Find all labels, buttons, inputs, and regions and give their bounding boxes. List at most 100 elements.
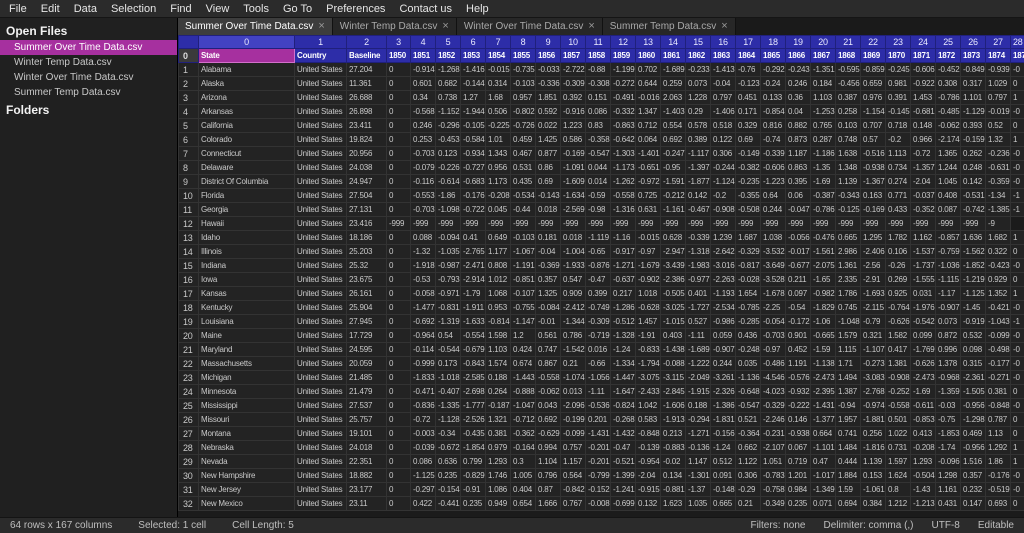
cell[interactable]: United States: [295, 119, 347, 133]
cell[interactable]: -0: [1011, 105, 1024, 119]
column-number-27[interactable]: 27: [986, 36, 1011, 49]
cell[interactable]: -999: [661, 217, 686, 231]
status-item-delimiter[interactable]: Delimiter: comma (,): [824, 520, 914, 531]
cell[interactable]: 0.86: [536, 161, 561, 175]
cell[interactable]: -0.968: [936, 371, 961, 385]
header-cell[interactable]: 1873: [961, 49, 986, 63]
cell[interactable]: -0.271: [986, 371, 1011, 385]
cell[interactable]: -999: [886, 217, 911, 231]
cell[interactable]: -1.689: [686, 343, 711, 357]
cell[interactable]: 25.757: [347, 413, 387, 427]
cell[interactable]: -0.786: [936, 91, 961, 105]
cell[interactable]: 1.223: [561, 119, 586, 133]
column-number-26[interactable]: 26: [961, 36, 986, 49]
cell[interactable]: -0.859: [861, 63, 886, 77]
row-number-2[interactable]: 2: [179, 77, 199, 91]
cell[interactable]: 19.101: [347, 427, 387, 441]
cell[interactable]: -1.351: [811, 63, 836, 77]
row-number-6[interactable]: 6: [179, 133, 199, 147]
row-number-0[interactable]: 0: [179, 49, 199, 63]
cell[interactable]: -2.263: [711, 273, 736, 287]
cell[interactable]: -999: [711, 217, 736, 231]
cell[interactable]: -1.915: [686, 385, 711, 399]
cell[interactable]: 21.485: [347, 371, 387, 385]
cell[interactable]: -0.939: [986, 63, 1011, 77]
row-number-3[interactable]: 3: [179, 91, 199, 105]
cell[interactable]: 23.11: [347, 497, 387, 511]
cell[interactable]: 1.187: [786, 147, 811, 161]
cell[interactable]: 26.688: [347, 91, 387, 105]
cell[interactable]: 0.636: [436, 455, 461, 469]
cell[interactable]: -1.154: [861, 105, 886, 119]
cell[interactable]: -0.568: [411, 105, 436, 119]
cell[interactable]: 0.925: [886, 287, 911, 301]
cell[interactable]: Minnesota: [199, 385, 295, 399]
cell[interactable]: 22.351: [347, 455, 387, 469]
cell[interactable]: 1.666: [536, 497, 561, 511]
cell[interactable]: Iowa: [199, 273, 295, 287]
cell[interactable]: -1.107: [861, 343, 886, 357]
cell[interactable]: 0.097: [786, 287, 811, 301]
cell[interactable]: 0.381: [986, 385, 1011, 399]
cell[interactable]: 0.201: [586, 413, 611, 427]
cell[interactable]: -0: [1011, 329, 1024, 343]
cell[interactable]: 0.016: [586, 343, 611, 357]
cell[interactable]: 0: [387, 231, 411, 245]
header-cell[interactable]: 1861: [661, 49, 686, 63]
cell[interactable]: 0.694: [836, 497, 861, 511]
cell[interactable]: United States: [295, 301, 347, 315]
cell[interactable]: United States: [295, 315, 347, 329]
cell[interactable]: -0.849: [961, 63, 986, 77]
close-tab-icon[interactable]: ×: [442, 21, 448, 32]
status-item-editable[interactable]: Editable: [978, 520, 1014, 531]
cell[interactable]: -0.103: [511, 231, 536, 245]
cell[interactable]: -999: [486, 217, 511, 231]
cell[interactable]: -3.075: [636, 371, 661, 385]
cell[interactable]: -0: [1011, 483, 1024, 497]
cell[interactable]: -0.116: [411, 175, 436, 189]
cell[interactable]: -2.845: [661, 385, 686, 399]
cell[interactable]: -0.531: [961, 189, 986, 203]
cell[interactable]: 27.537: [347, 399, 387, 413]
cell[interactable]: 2.063: [661, 91, 686, 105]
cell[interactable]: -0.24: [761, 77, 786, 91]
cell[interactable]: 1.161: [936, 483, 961, 497]
cell[interactable]: -0.749: [586, 301, 611, 315]
cell[interactable]: 1.2: [511, 329, 536, 343]
cell[interactable]: 27.131: [347, 203, 387, 217]
cell[interactable]: 0.863: [786, 161, 811, 175]
cell[interactable]: -0.88: [586, 63, 611, 77]
column-number-17[interactable]: 17: [736, 36, 761, 49]
cell[interactable]: -1.693: [861, 287, 886, 301]
cell[interactable]: 0.956: [486, 161, 511, 175]
cell[interactable]: -0: [1011, 259, 1024, 273]
cell[interactable]: -1.65: [811, 273, 836, 287]
cell[interactable]: -0: [1011, 175, 1024, 189]
cell[interactable]: 1.884: [836, 469, 861, 483]
cell[interactable]: 1.101: [961, 91, 986, 105]
cell[interactable]: 0.469: [961, 427, 986, 441]
menu-item-contact-us[interactable]: Contact us: [392, 2, 459, 16]
cell[interactable]: -1.431: [586, 427, 611, 441]
cell[interactable]: 0: [387, 147, 411, 161]
cell[interactable]: 1.687: [736, 231, 761, 245]
cell[interactable]: -2.406: [861, 245, 886, 259]
cell[interactable]: Kansas: [199, 287, 295, 301]
cell[interactable]: United States: [295, 245, 347, 259]
cell[interactable]: United States: [295, 455, 347, 469]
cell[interactable]: 0.153: [861, 469, 886, 483]
cell[interactable]: 0.692: [661, 133, 686, 147]
cell[interactable]: -0.611: [911, 399, 936, 413]
menu-item-data[interactable]: Data: [67, 2, 104, 16]
cell[interactable]: -999: [586, 217, 611, 231]
cell[interactable]: 0.014: [586, 175, 611, 189]
cell[interactable]: 0.188: [686, 399, 711, 413]
cell[interactable]: -0: [1011, 343, 1024, 357]
cell[interactable]: United States: [295, 189, 347, 203]
cell[interactable]: -0.273: [861, 357, 886, 371]
cell[interactable]: 0.601: [411, 77, 436, 91]
cell[interactable]: -0.595: [836, 63, 861, 77]
row-number-26[interactable]: 26: [179, 413, 199, 427]
cell[interactable]: -0.626: [911, 357, 936, 371]
cell[interactable]: -1.147: [511, 315, 536, 329]
